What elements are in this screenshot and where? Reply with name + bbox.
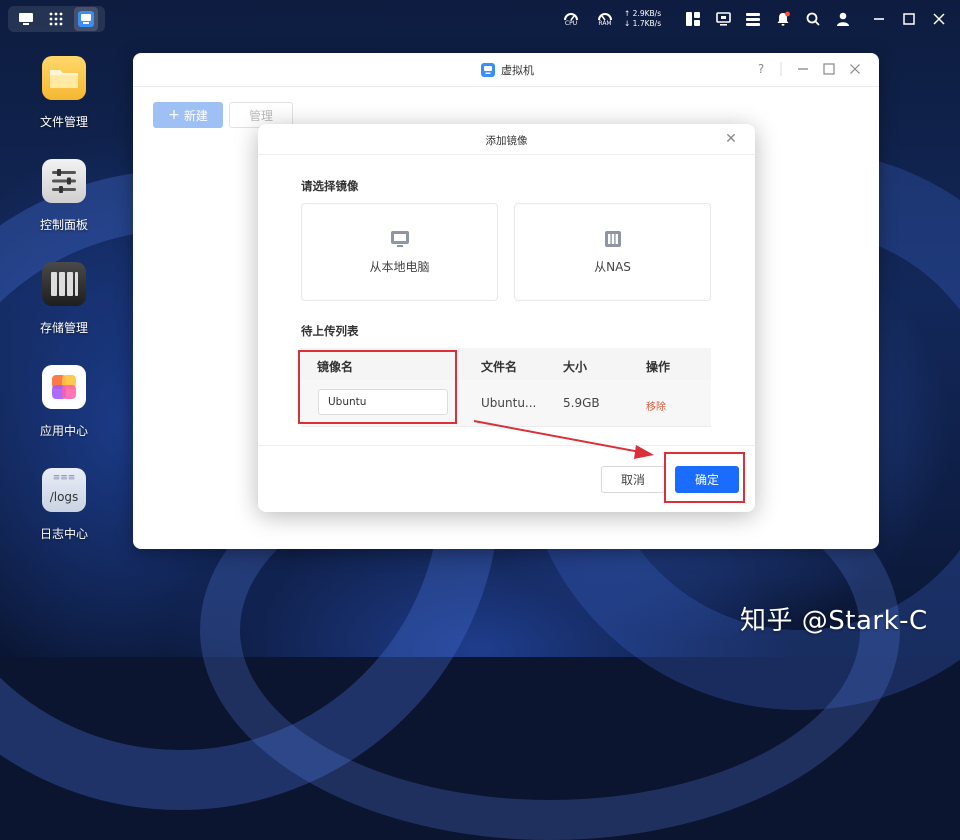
annotation-arrow: [473, 420, 654, 459]
zhihu-watermark: 知乎 @Stark-C: [740, 606, 928, 636]
